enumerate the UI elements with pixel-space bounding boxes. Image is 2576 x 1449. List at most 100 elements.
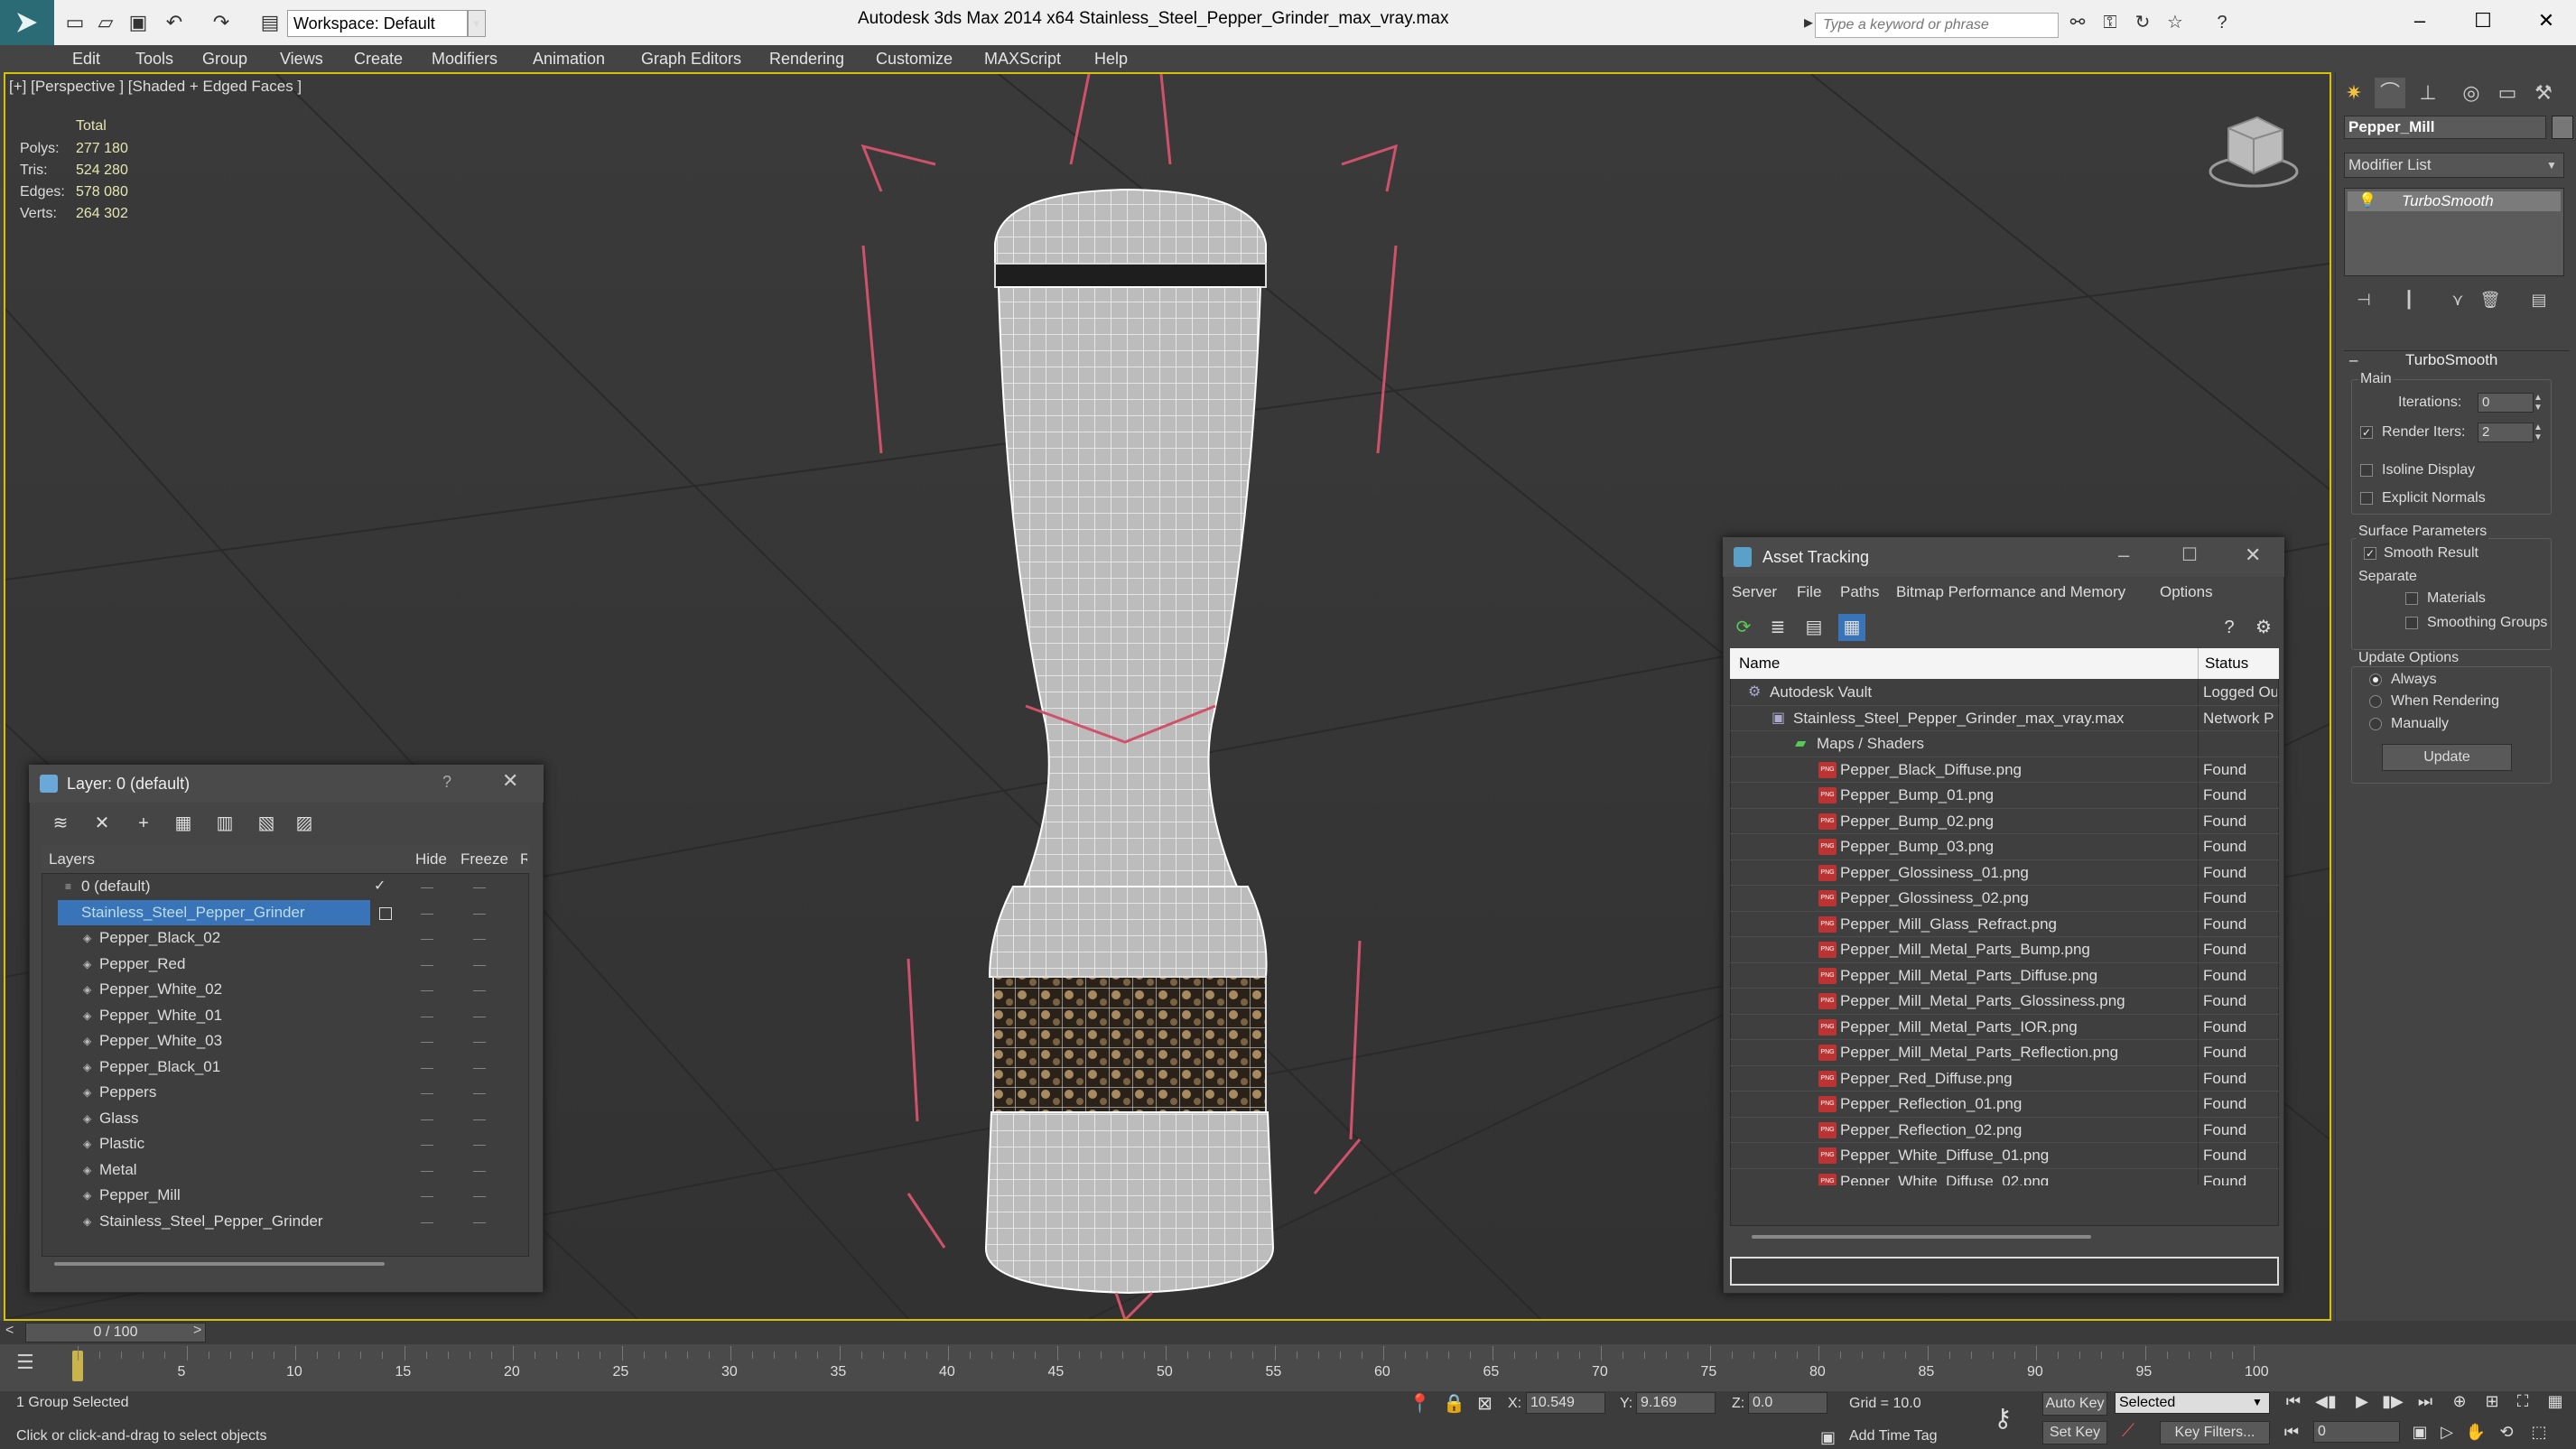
zoom-extents-all-icon[interactable]: ▦	[2541, 1389, 2570, 1414]
key-mode-toggle-icon[interactable]: ⏮	[2277, 1419, 2306, 1444]
help-icon[interactable]: ?	[2216, 614, 2243, 641]
add-layer-icon[interactable]: +	[130, 810, 157, 837]
asset-row[interactable]: PNG Pepper_Bump_03.png Found	[1730, 834, 2279, 860]
menu-modifiers[interactable]: Modifiers	[432, 45, 498, 72]
save-icon[interactable]: ▣	[126, 11, 150, 34]
current-layer-check-icon[interactable]: ✓	[374, 874, 386, 899]
freeze-toggle[interactable]: —	[473, 1003, 486, 1028]
previous-key-icon[interactable]: ◀▮	[2311, 1389, 2340, 1414]
asset-row[interactable]: PNG Pepper_Bump_02.png Found	[1730, 808, 2279, 834]
minimize-button[interactable]: –	[2118, 543, 2129, 567]
asset-row[interactable]: ⚙ Autodesk Vault Logged Ou	[1730, 680, 2279, 706]
modifier-list-dropdown[interactable]: Modifier List	[2344, 153, 2564, 178]
hide-toggle[interactable]: —	[421, 952, 433, 977]
object-color-swatch[interactable]	[2552, 116, 2573, 139]
rollout-title[interactable]: TurboSmooth	[2405, 350, 2497, 370]
layer-row[interactable]: ◈ Pepper_White_01 — —	[42, 1003, 529, 1028]
search-input[interactable]: Type a keyword or phrase	[1815, 13, 2059, 38]
pin-stack-icon[interactable]: ⊣	[2349, 287, 2378, 312]
asset-row[interactable]: PNG Pepper_Mill_Glass_Refract.png Found	[1730, 911, 2279, 937]
add-time-tag-button[interactable]: Add Time Tag	[1849, 1428, 1938, 1444]
create-tab-icon[interactable]: ✷	[2339, 78, 2369, 108]
menu-animation[interactable]: Animation	[533, 45, 605, 72]
asset-row[interactable]: PNG Pepper_Reflection_01.png Found	[1730, 1091, 2279, 1118]
menu-tools[interactable]: Tools	[135, 45, 173, 72]
layer-row[interactable]: ≡Stainless_Steel_Pepper_Grinder——	[42, 899, 529, 925]
object-name-field[interactable]: Pepper_Mill	[2344, 116, 2546, 139]
freeze-toggle[interactable]: —	[473, 952, 486, 977]
asset-row[interactable]: PNG Pepper_Mill_Metal_Parts_IOR.png Found	[1730, 1014, 2279, 1040]
asset-menu-bitmap[interactable]: Bitmap Performance and Memory	[1896, 580, 2125, 605]
freeze-toggle[interactable]: —	[473, 977, 486, 1002]
smooth-result-checkbox[interactable]: ✓	[2364, 547, 2376, 560]
menu-create[interactable]: Create	[354, 45, 403, 72]
help-icon[interactable]: ?	[2210, 11, 2234, 34]
spinner-arrows-icon[interactable]: ▲ ▼	[2534, 393, 2543, 413]
absolute-mode-icon[interactable]: ⊠	[1477, 1392, 1493, 1415]
menu-rendering[interactable]: Rendering	[769, 45, 844, 72]
render-iters-spinner[interactable]: 2	[2478, 423, 2534, 442]
modify-tab-icon[interactable]: ⌒	[2375, 78, 2405, 108]
app-logo-icon[interactable]	[0, 0, 54, 45]
set-current-layer-box[interactable]	[379, 906, 392, 920]
asset-row[interactable]: PNG Pepper_Bump_01.png Found	[1730, 783, 2279, 809]
asset-row[interactable]: PNG Pepper_Glossiness_02.png Found	[1730, 886, 2279, 912]
set-key-mode-icon[interactable]: ⚷	[1994, 1403, 2013, 1433]
hide-toggle[interactable]: —	[421, 1131, 433, 1156]
minimize-button[interactable]: –	[2393, 5, 2447, 36]
asset-table-scrollbar[interactable]	[1752, 1235, 2091, 1239]
layer-row[interactable]: ◈ Pepper_White_02 — —	[42, 977, 529, 1002]
hierarchy-tab-icon[interactable]: ⊥	[2413, 78, 2443, 108]
maximize-button[interactable]: ☐	[2181, 543, 2198, 566]
x-coord-field[interactable]: 10.549	[1526, 1392, 1605, 1414]
layer-row[interactable]: ◈ Pepper_White_03 — —	[42, 1028, 529, 1054]
render-column-header[interactable]: R	[520, 845, 527, 874]
layer-row[interactable]: ◈ Plastic — —	[42, 1131, 529, 1156]
view-cube-icon[interactable]	[2209, 116, 2299, 188]
freeze-toggle[interactable]: —	[473, 874, 486, 899]
auto-key-button[interactable]: Auto Key	[2042, 1392, 2107, 1416]
iterations-spinner[interactable]: 0	[2478, 393, 2534, 413]
menu-customize[interactable]: Customize	[876, 45, 953, 72]
new-file-icon[interactable]: ▭	[63, 11, 87, 34]
lock-selection-icon[interactable]: 🔒	[1443, 1392, 1465, 1415]
smoothing-groups-checkbox[interactable]	[2405, 617, 2418, 629]
layer-row[interactable]: ◈ Pepper_Red — —	[42, 952, 529, 977]
motion-tab-icon[interactable]: ◎	[2456, 78, 2487, 108]
project-folder-icon[interactable]: ▤	[258, 11, 282, 34]
freeze-toggle[interactable]: —	[473, 1054, 486, 1080]
show-end-result-icon[interactable]: ┃	[2395, 287, 2423, 312]
hide-toggle[interactable]: —	[421, 977, 433, 1002]
make-unique-icon[interactable]: ⋎	[2443, 287, 2472, 312]
time-slider[interactable]: 0 / 100	[25, 1323, 206, 1342]
zoom-all-icon[interactable]: ⊞	[2478, 1389, 2506, 1414]
maximize-button[interactable]: ☐	[2456, 5, 2510, 36]
settings-icon[interactable]: ⚙	[2250, 614, 2277, 641]
menu-group[interactable]: Group	[202, 45, 247, 72]
asset-row[interactable]: ▰ Maps / Shaders	[1730, 731, 2279, 757]
close-icon[interactable]: ✕	[2245, 543, 2261, 567]
freeze-column-header[interactable]: Freeze	[460, 845, 508, 874]
lightbulb-icon[interactable]: 💡	[2358, 191, 2376, 211]
layer-list-scrollbar[interactable]	[54, 1262, 385, 1266]
time-tag-icon[interactable]: ▣	[1820, 1428, 1836, 1447]
asset-row[interactable]: PNG Pepper_Black_Diffuse.png Found	[1730, 757, 2279, 783]
freeze-all-layers-icon[interactable]: ▨	[291, 810, 318, 837]
layer-row[interactable]: ◈ Peppers — —	[42, 1080, 529, 1105]
update-when-rendering-radio[interactable]	[2369, 695, 2382, 708]
layer-row[interactable]: ◈ Pepper_Black_01 — —	[42, 1054, 529, 1080]
asset-row[interactable]: PNG Pepper_Mill_Metal_Parts_Reflection.pn…	[1730, 1040, 2279, 1066]
menu-views[interactable]: Views	[280, 45, 323, 72]
table-view-icon[interactable]: ▦	[1838, 614, 1865, 641]
hide-toggle[interactable]: —	[421, 925, 433, 951]
zoom-icon[interactable]: ⊕	[2445, 1389, 2474, 1414]
asset-menu-file[interactable]: File	[1797, 580, 1821, 605]
name-column-header[interactable]: Name	[1739, 648, 1780, 679]
freeze-toggle[interactable]: —	[473, 1131, 486, 1156]
key-icon[interactable]: ⚿	[2098, 11, 2122, 34]
maximize-viewport-icon[interactable]: ⬚	[2525, 1419, 2553, 1444]
close-icon[interactable]: ✕	[502, 769, 518, 793]
menu-maxscript[interactable]: MAXScript	[984, 45, 1061, 72]
freeze-toggle[interactable]: —	[473, 1028, 486, 1054]
isolate-selection-icon[interactable]: 📍	[1409, 1392, 1431, 1415]
